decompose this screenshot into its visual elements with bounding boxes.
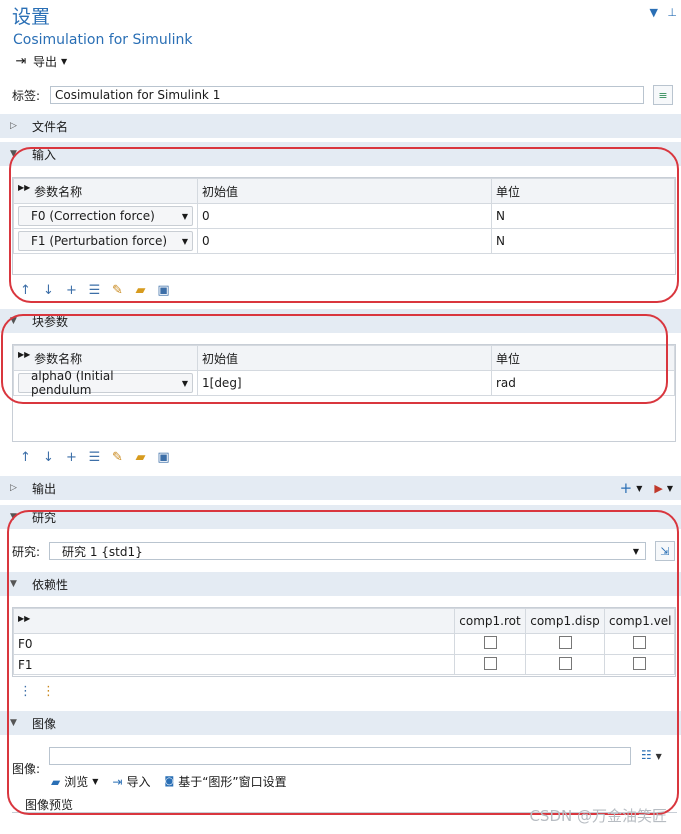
chevron-down-icon[interactable]: ▼ bbox=[636, 484, 642, 493]
export-icon: ⇥ bbox=[15, 54, 27, 69]
save-icon[interactable]: ▣ bbox=[155, 450, 172, 465]
move-down-icon[interactable]: ↓ bbox=[40, 450, 57, 465]
watermark: CSDN @万金油笑匠 bbox=[529, 807, 667, 825]
move-up-icon[interactable]: ↑ bbox=[17, 450, 34, 465]
chevron-down-icon: ▼ bbox=[61, 57, 68, 66]
add-icon[interactable]: + bbox=[620, 479, 633, 497]
delete-list-icon[interactable]: ☰ bbox=[86, 450, 103, 465]
section-filename-title: 文件名 bbox=[32, 119, 69, 134]
block-params-toolbar: ↑ ↓ + ☰ ✎ ▰ ▣ bbox=[17, 450, 172, 465]
clear-brush-icon[interactable]: ✎ bbox=[109, 450, 126, 465]
pin-icon[interactable]: ⊥ bbox=[667, 6, 677, 19]
annotation-ring bbox=[9, 147, 679, 303]
label-caption: 标签: bbox=[12, 88, 41, 103]
node-subtitle: Cosimulation for Simulink bbox=[13, 32, 193, 48]
comment-icon[interactable]: ≡ bbox=[653, 85, 673, 105]
export-menu[interactable]: ⇥ 导出 ▼ bbox=[13, 53, 68, 70]
section-outputs-title: 输出 bbox=[32, 481, 57, 496]
label-row: 标签: Cosimulation for Simulink 1 ≡ bbox=[12, 84, 677, 106]
open-folder-icon[interactable]: ▰ bbox=[132, 450, 149, 465]
expand-right-icon: ▷ bbox=[10, 121, 17, 131]
page-title: 设置 bbox=[12, 6, 51, 28]
chevron-down-icon[interactable]: ▼ bbox=[649, 6, 657, 19]
header-buttons: ▼ ⊥ bbox=[643, 6, 677, 19]
annotation-ring bbox=[1, 314, 668, 404]
section-filename[interactable]: ▷ 文件名 bbox=[0, 114, 681, 138]
chevron-down-icon[interactable]: ▼ bbox=[667, 484, 673, 493]
label-input[interactable]: Cosimulation for Simulink 1 bbox=[50, 86, 644, 104]
annotation-ring bbox=[7, 510, 679, 815]
section-outputs[interactable]: ▷ 输出 + ▼ ▶ ▼ bbox=[0, 476, 681, 500]
expand-right-icon: ▷ bbox=[10, 483, 17, 493]
run-flag-icon[interactable]: ▶ bbox=[654, 482, 662, 495]
add-icon[interactable]: + bbox=[63, 450, 80, 465]
export-label: 导出 bbox=[33, 55, 58, 69]
